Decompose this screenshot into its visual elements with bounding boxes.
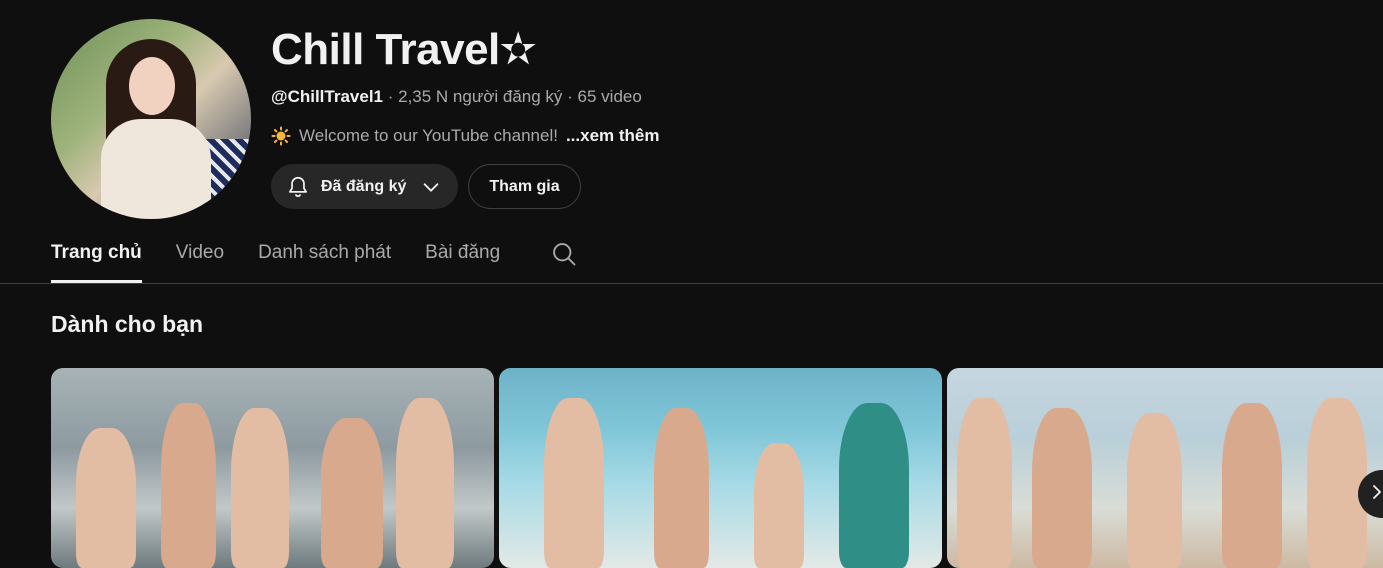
thumbnail-figure: [1127, 413, 1182, 568]
thumbnail-figure: [839, 403, 909, 568]
channel-avatar[interactable]: [51, 19, 251, 219]
tab-videos[interactable]: Video: [176, 238, 224, 282]
subscriber-count: · 2,35 N người đăng ký ·: [383, 87, 578, 106]
tab-home[interactable]: Trang chủ: [51, 238, 142, 283]
sun-emoji-icon: [271, 126, 291, 146]
channel-title: Chill Travel✫: [271, 25, 537, 74]
channel-description[interactable]: Welcome to our YouTube channel! ...xem t…: [271, 126, 660, 146]
description-text: Welcome to our YouTube channel!: [299, 126, 558, 145]
search-icon[interactable]: [550, 240, 578, 273]
video-thumbnail[interactable]: [947, 368, 1383, 568]
thumbnail-figure: [321, 418, 383, 568]
join-label: Tham gia: [489, 177, 560, 195]
thumbnail-figure: [231, 408, 289, 568]
thumbnail-figure: [754, 443, 804, 568]
thumbnail-figure: [76, 428, 136, 568]
section-title: Dành cho bạn: [51, 311, 204, 337]
channel-handle: @ChillTravel1: [271, 87, 384, 106]
thumbnail-figure: [544, 398, 604, 568]
video-count: 65 video: [577, 87, 642, 106]
thumbnail-figure: [1032, 408, 1092, 568]
tab-playlists[interactable]: Danh sách phát: [258, 238, 391, 282]
show-more-link[interactable]: ...xem thêm: [566, 126, 660, 146]
thumbnail-figure: [161, 403, 216, 568]
chevron-right-icon: [1368, 483, 1383, 506]
thumbnail-figure: [1222, 403, 1282, 568]
avatar-shirt: [101, 119, 211, 219]
join-button[interactable]: Tham gia: [468, 164, 581, 209]
chevron-down-icon: [420, 176, 442, 198]
tabs-divider: [0, 283, 1383, 284]
thumbnail-figure: [957, 398, 1012, 568]
tab-posts[interactable]: Bài đăng: [425, 238, 500, 282]
thumbnail-figure: [1307, 398, 1367, 568]
subscribed-button[interactable]: Đã đăng ký: [271, 164, 458, 209]
thumbnail-figure: [396, 398, 454, 568]
video-thumbnail[interactable]: [51, 368, 494, 568]
channel-tabs: Trang chủ Video Danh sách phát Bài đăng: [51, 238, 576, 283]
bell-icon: [285, 174, 311, 200]
subscribed-label: Đã đăng ký: [321, 177, 407, 195]
avatar-face: [129, 57, 175, 115]
video-thumbnail[interactable]: [499, 368, 942, 568]
channel-meta: @ChillTravel1 · 2,35 N người đăng ký · 6…: [271, 87, 642, 107]
thumbnail-figure: [654, 408, 709, 568]
